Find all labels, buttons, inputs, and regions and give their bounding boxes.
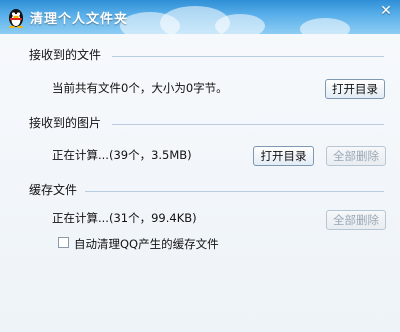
title-bar: 清理个人文件夹 ✕: [0, 0, 400, 34]
cloud-decoration: [215, 14, 265, 34]
section-divider: [85, 191, 384, 192]
section-divider: [112, 56, 384, 57]
delete-all-cache-button[interactable]: 全部删除: [326, 210, 386, 230]
auto-clean-label[interactable]: 自动清理QQ产生的缓存文件: [74, 236, 219, 252]
received-files-status: 当前共有文件0个，大小为0字节。: [52, 81, 228, 95]
received-images-status: 正在计算...(39个，3.5MB): [52, 148, 192, 162]
section-divider: [112, 124, 384, 125]
main-content: 接收到的文件 当前共有文件0个，大小为0字节。 打开目录 接收到的图片 正在计算…: [0, 34, 400, 332]
received-files-heading: 接收到的文件: [29, 48, 102, 62]
received-images-heading: 接收到的图片: [29, 116, 102, 130]
delete-all-images-button[interactable]: 全部删除: [326, 146, 386, 166]
window-title: 清理个人文件夹: [30, 12, 129, 27]
close-icon[interactable]: ✕: [378, 3, 394, 19]
cache-files-heading: 缓存文件: [29, 183, 78, 197]
open-files-directory-button[interactable]: 打开目录: [325, 79, 385, 99]
cloud-decoration: [300, 18, 350, 34]
auto-clean-checkbox[interactable]: [58, 237, 69, 248]
qq-penguin-icon: [6, 6, 26, 29]
open-images-directory-button[interactable]: 打开目录: [253, 146, 314, 166]
cache-files-status: 正在计算...(31个，99.4KB): [52, 211, 197, 225]
